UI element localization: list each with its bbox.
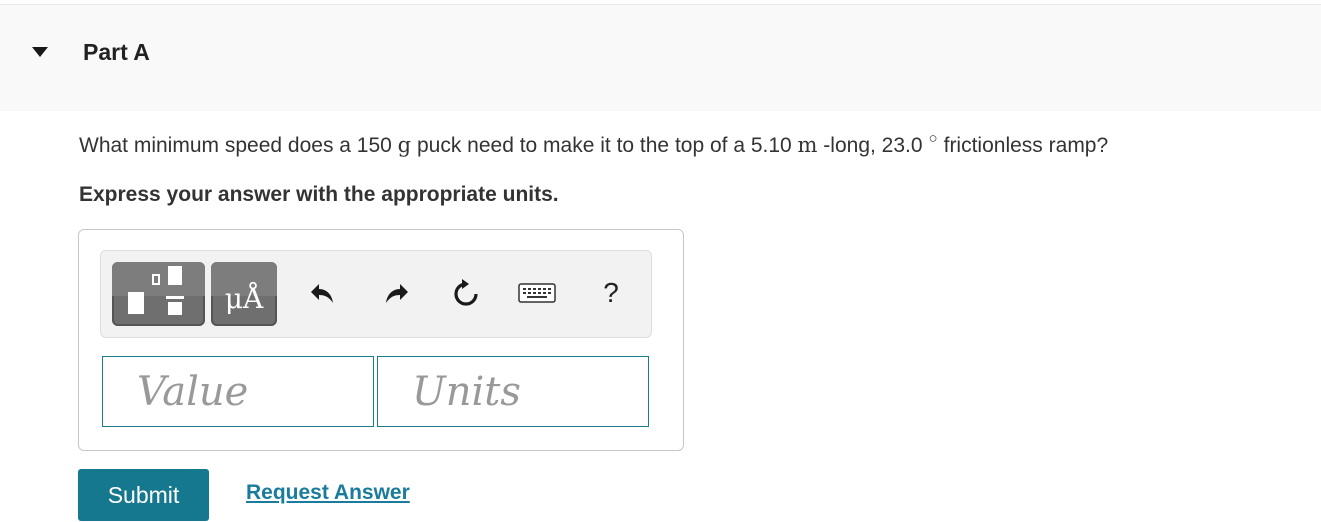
keyboard-icon[interactable] xyxy=(517,273,557,313)
instruction-text: Express your answer with the appropriate… xyxy=(79,183,559,206)
units-input[interactable] xyxy=(378,357,648,426)
redo-icon[interactable] xyxy=(376,273,416,313)
fraction-template-icon[interactable] xyxy=(112,262,205,326)
request-answer-link[interactable]: Request Answer xyxy=(246,481,410,505)
value-input[interactable] xyxy=(103,357,373,426)
degree-symbol: ○ xyxy=(928,130,938,147)
question-text: What minimum speed does a 150 g puck nee… xyxy=(79,130,1109,157)
part-title: Part A xyxy=(83,39,150,65)
units-field[interactable] xyxy=(377,356,649,427)
reset-icon[interactable] xyxy=(446,273,486,313)
answer-box: μÅ ? Value Units xyxy=(78,229,684,451)
units-button[interactable]: μÅ xyxy=(211,262,277,326)
undo-icon[interactable] xyxy=(303,273,343,313)
submit-button[interactable]: Submit xyxy=(78,469,209,521)
caret-down-icon[interactable] xyxy=(32,47,48,57)
length-unit: m xyxy=(797,133,818,157)
mass-unit: g xyxy=(397,133,412,157)
part-header[interactable]: Part A xyxy=(0,4,1321,111)
math-toolbar: μÅ ? xyxy=(100,250,652,338)
help-button[interactable]: ? xyxy=(596,277,626,313)
value-field[interactable] xyxy=(102,356,374,427)
